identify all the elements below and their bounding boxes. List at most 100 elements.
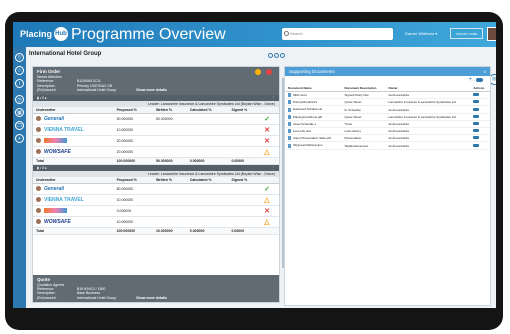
download-icon[interactable] xyxy=(473,136,480,140)
file-icon xyxy=(288,129,291,134)
download-icon[interactable] xyxy=(473,114,480,118)
underwriter-logo xyxy=(44,138,67,143)
expand-icon[interactable] xyxy=(274,53,279,58)
brand-hub-badge: Hub xyxy=(54,27,69,41)
plus-icon[interactable]: + xyxy=(15,134,24,143)
table-row[interactable]: Client Presentation Slide.pdf Presentatio… xyxy=(285,134,490,143)
device-frame: Placing Hub Programme Overview Search Da… xyxy=(0,0,510,334)
decline-icon[interactable]: ✕ xyxy=(264,138,270,145)
pending-icon[interactable]: △ xyxy=(264,219,269,226)
next-icon[interactable] xyxy=(280,53,285,58)
documents-title: Supporting Documents xyxy=(289,69,335,74)
underwriter-logo: VIENNA TRAVEL xyxy=(44,126,84,133)
avatar xyxy=(36,149,41,154)
filter-icon[interactable]: ▽ xyxy=(15,53,24,62)
download-icon[interactable] xyxy=(473,93,480,97)
underwriter-logo xyxy=(44,208,67,213)
add-document-icon[interactable]: + xyxy=(468,77,472,83)
page-title: Programme Overview xyxy=(71,26,226,43)
layer-table: Underwriter Proposed % Written % Calcula… xyxy=(33,176,279,235)
file-icon xyxy=(288,143,291,148)
avatar xyxy=(36,186,41,191)
client-title: International Hotel Group xyxy=(29,51,102,57)
pending-icon[interactable]: △ xyxy=(264,149,269,156)
menu-icon[interactable]: ⋮ xyxy=(272,96,276,100)
avatar xyxy=(36,116,41,121)
user-menu[interactable]: Darren Whithers ▾ xyxy=(405,31,437,36)
table-row[interactable]: MRC.docx Signed Policy Doc Aon/Lancashire xyxy=(285,91,490,100)
file-icon xyxy=(288,100,291,105)
brand-text: Placing xyxy=(20,29,53,39)
alert-status-icon xyxy=(266,69,272,75)
table-row[interactable]: WOWSAFE 20.000000 △ xyxy=(33,146,279,158)
underwriter-logo: Generali xyxy=(44,185,65,192)
top-bar: Placing Hub Programme Overview Search Da… xyxy=(13,22,496,47)
pane-controls xyxy=(268,53,285,58)
show-more-link[interactable]: Show more details xyxy=(136,88,167,93)
download-icon[interactable] xyxy=(473,107,480,111)
check-icon[interactable]: ✓ xyxy=(264,116,270,123)
table-row[interactable]: VIENNA TRAVEL 10.000000 ✕ xyxy=(33,124,279,136)
download-icon[interactable] xyxy=(473,143,480,147)
download-icon[interactable] xyxy=(473,100,480,104)
table-row[interactable]: Asset Schedule.x Trans Aon/Lancashire xyxy=(285,120,490,129)
table-row[interactable]: PolicyScheduleV1 Quote Sheet Lancashire In… xyxy=(285,98,490,107)
quote-header[interactable]: Quote Quotation Agreed Reference: B1K/K94… xyxy=(33,274,279,302)
decline-icon[interactable]: ✕ xyxy=(264,127,270,134)
decline-icon[interactable]: ✕ xyxy=(264,208,270,215)
table-row[interactable]: Loss Info.xlsx Loss History Aon/Lancashire xyxy=(285,127,490,136)
menu-icon[interactable]: ⋮ xyxy=(272,166,276,170)
table-row[interactable]: VIENNA TRAVEL 10.000000 △ xyxy=(33,194,279,206)
search-icon xyxy=(284,31,289,36)
underwriter-logo: WOWSAFE xyxy=(44,218,71,225)
table-row[interactable]: Generali 50.000000 50.000000 ✓ xyxy=(33,113,279,125)
table-row[interactable]: 20.000000 ✕ xyxy=(33,135,279,147)
building-icon[interactable]: ▦ xyxy=(15,108,24,117)
table-row[interactable]: Endorsed Schdule.xls R. Schedule Aon/Lanca… xyxy=(285,105,490,114)
underwriter-logo: Generali xyxy=(44,115,65,122)
quote-title: Quote xyxy=(37,276,50,282)
documents-header: Supporting Documents X xyxy=(285,67,490,76)
prev-icon[interactable] xyxy=(268,53,273,58)
search-placeholder: Search xyxy=(290,31,303,36)
download-icon[interactable] xyxy=(473,129,480,133)
file-icon xyxy=(288,136,291,141)
table-row[interactable]: Generali 80.000000 ✓ xyxy=(33,183,279,195)
file-icon xyxy=(288,107,291,112)
avatar xyxy=(36,208,41,213)
file-icon xyxy=(288,122,291,127)
documents-panel: Supporting Documents X + Document Name D… xyxy=(284,66,491,306)
table-row[interactable]: PlacingConditions.pdf Quote Sheet Lancashi… xyxy=(285,113,490,121)
file-icon xyxy=(288,114,291,119)
info-icon[interactable]: i xyxy=(15,79,24,88)
underwriter-logo: VIENNA TRAVEL xyxy=(44,196,84,203)
copy-icon[interactable]: ❐ xyxy=(15,121,24,130)
clock-icon[interactable]: ◷ xyxy=(15,95,24,104)
upload-cloud-icon[interactable] xyxy=(476,78,483,82)
total-row: Total 100.000000 50.000000 0.000000 0.00… xyxy=(33,157,279,165)
field-row: (Re)Insured: International Hotel Group Sho… xyxy=(37,295,168,301)
documents-tools: + xyxy=(285,76,490,85)
table-row[interactable]: 0.000000 ✕ xyxy=(33,205,279,217)
avatar xyxy=(36,127,41,132)
table-row[interactable]: Slip(Lead Market).doc Slip/Endorsement Aon… xyxy=(285,141,490,150)
check-icon[interactable]: ✓ xyxy=(264,186,270,193)
search-input[interactable]: Search xyxy=(282,28,393,40)
download-icon[interactable] xyxy=(473,121,480,125)
avatar xyxy=(36,219,41,224)
file-icon xyxy=(288,93,291,98)
app-logo[interactable]: Placing Hub xyxy=(20,27,69,41)
underwriter-logo: WOWSAFE xyxy=(44,148,71,155)
avatar[interactable] xyxy=(487,27,496,41)
total-row: Total 100.000000 10.000000 0.000000 0.00… xyxy=(33,227,279,235)
firm-order-title: Firm Order xyxy=(37,69,61,74)
close-icon[interactable]: X xyxy=(483,69,486,74)
tenant-switcher[interactable]: TENANT NAME xyxy=(450,28,483,39)
avatar xyxy=(36,197,41,202)
firm-order-header[interactable]: Firm Order Needs Attention Reference: B11… xyxy=(33,67,279,95)
warning-status-icon xyxy=(255,69,261,75)
show-more-link[interactable]: Show more details xyxy=(136,296,167,301)
pending-icon[interactable]: △ xyxy=(264,197,269,204)
table-row[interactable]: WOWSAFE 10.000000 △ xyxy=(33,216,279,228)
star-icon[interactable]: ☆ xyxy=(15,66,24,75)
